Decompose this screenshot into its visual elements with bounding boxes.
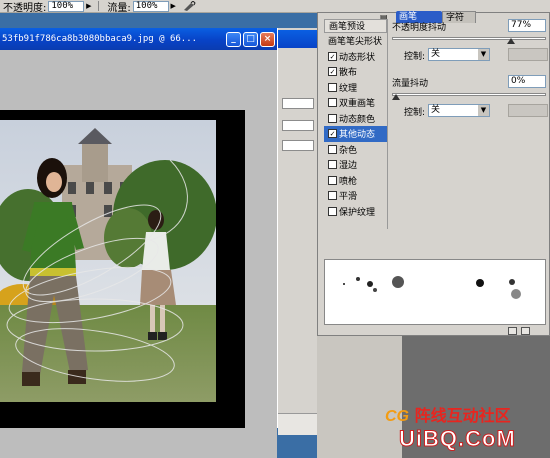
canvas-photo[interactable] [0,120,216,402]
brush-setting-item[interactable]: 杂色 [324,142,387,158]
brush-setting-item[interactable]: 双重画笔 [324,95,387,111]
background-field [282,98,314,109]
brush-setting-item[interactable]: 平滑 [324,188,387,204]
flow-jitter-slider[interactable] [392,93,546,96]
checkbox-empty-icon[interactable] [328,98,337,108]
opacity-label: 不透明度: [3,2,47,13]
brush-setting-item[interactable]: 湿边 [324,157,387,173]
brush-setting-label: 双重画笔 [339,99,376,110]
brush-setting-item[interactable]: 画笔笔尖形状 [324,33,387,49]
checkbox-empty-icon[interactable] [328,113,337,123]
checkbox-empty-icon[interactable] [328,206,337,216]
brush-setting-label: 保护纹理 [339,207,376,218]
brush-setting-label: 杂色 [339,145,358,156]
brush-setting-item[interactable]: 保护纹理 [324,204,387,220]
trash-icon[interactable] [521,327,530,335]
dock-dark-area [402,336,550,458]
brush-presets-header[interactable]: 画笔预设 [324,19,387,33]
panel-dock-bottom [317,336,550,458]
checkbox-empty-icon[interactable] [328,191,337,201]
other-dynamics-controls: 不透明度抖动 77% 控制: 关 ▼ 流量抖动 0% 控制: 关 ▼ [390,19,550,129]
brush-stroke-preview [324,259,546,325]
brush-settings-list: 画笔预设 画笔笔尖形状 ✓ 动态形状 ✓ 散布 纹理 双重画笔 动态颜色 ✓ 其他动态 杂色 湿边 喷枪… [324,19,388,229]
opacity-control-extra-field [508,48,548,61]
minimize-button[interactable]: _ [226,31,241,47]
flow-input[interactable]: 100% [132,0,169,12]
background-panels [277,28,318,435]
opacity-input[interactable]: 100% [48,0,85,12]
opacity-jitter-slider-thumb[interactable] [506,38,515,44]
opacity-control-label: 控制: [404,52,426,62]
brush-setting-label: 平滑 [339,192,358,203]
opacity-jitter-label: 不透明度抖动 [392,23,447,33]
opacity-dropdown-arrow-icon[interactable]: ▶ [84,1,93,12]
flow-jitter-label: 流量抖动 [392,79,429,89]
brush-setting-label: 画笔笔尖形状 [328,37,383,48]
flow-jitter-input[interactable]: 0% [508,75,546,88]
checkbox-empty-icon[interactable] [328,175,337,185]
checkbox-checked-icon[interactable]: ✓ [328,67,337,77]
opacity-jitter-slider[interactable] [392,37,546,40]
opacity-control-value: 关 [431,49,441,59]
brush-setting-label: 动态形状 [339,52,376,63]
close-button[interactable]: × [260,31,275,47]
document-window: 53fb91f786ca8b3080bbaca9.jpg @ 66... _ □… [0,28,277,458]
checkbox-checked-icon[interactable]: ✓ [328,51,337,61]
stroke-preview-dots [343,276,521,299]
airbrush-icon[interactable] [182,0,196,12]
panel-footer-buttons [508,327,548,336]
brush-setting-label: 动态颜色 [339,114,376,125]
opacity-jitter-input[interactable]: 77% [508,19,546,32]
document-title: 53fb91f786ca8b3080bbaca9.jpg @ 66... [2,34,198,44]
brush-setting-item[interactable]: 动态颜色 [324,111,387,127]
brush-setting-label: 散布 [339,68,358,79]
flow-jitter-slider-thumb[interactable] [392,94,400,100]
brush-setting-label: 湿边 [339,161,358,172]
checkbox-empty-icon[interactable] [328,160,337,170]
background-panel-footer [278,413,318,435]
brush-setting-label: 纹理 [339,83,358,94]
brush-setting-item[interactable]: ✓ 动态形状 [324,49,387,65]
maximize-button[interactable]: □ [243,31,258,47]
flow-control-label: 控制: [404,108,426,118]
background-field [282,120,314,131]
flow-control-value: 关 [431,105,441,115]
brush-setting-item[interactable]: 喷枪 [324,173,387,189]
options-divider [98,1,100,11]
brush-setting-item[interactable]: ✓ 其他动态 [324,126,387,142]
brush-setting-label: 喷枪 [339,176,358,187]
chevron-down-icon: ▼ [478,105,489,116]
flow-control-select[interactable]: 关 ▼ [428,104,490,117]
chevron-down-icon: ▼ [478,49,489,60]
opacity-control-select[interactable]: 关 ▼ [428,48,490,61]
new-brush-icon[interactable] [508,327,517,335]
brush-setting-label: 其他动态 [339,130,376,141]
flow-label: 流量: [107,2,131,13]
document-titlebar[interactable]: 53fb91f786ca8b3080bbaca9.jpg @ 66... _ □… [0,28,277,50]
flow-control-extra-field [508,104,548,117]
background-field [282,140,314,151]
photo-illustration [0,120,216,402]
checkbox-checked-icon[interactable]: ✓ [328,129,337,139]
checkbox-empty-icon[interactable] [328,144,337,154]
flow-dropdown-arrow-icon[interactable]: ▶ [169,1,178,12]
checkbox-empty-icon[interactable] [328,82,337,92]
brush-setting-item[interactable]: ✓ 散布 [324,64,387,80]
brushes-panel: ▤ 画笔 字符 画笔预设 画笔笔尖形状 ✓ 动态形状 ✓ 散布 纹理 双重画笔 动态颜色 ✓ 其他… [317,11,550,336]
brush-setting-item[interactable]: 纹理 [324,80,387,96]
background-panel-titlebar [278,30,318,48]
